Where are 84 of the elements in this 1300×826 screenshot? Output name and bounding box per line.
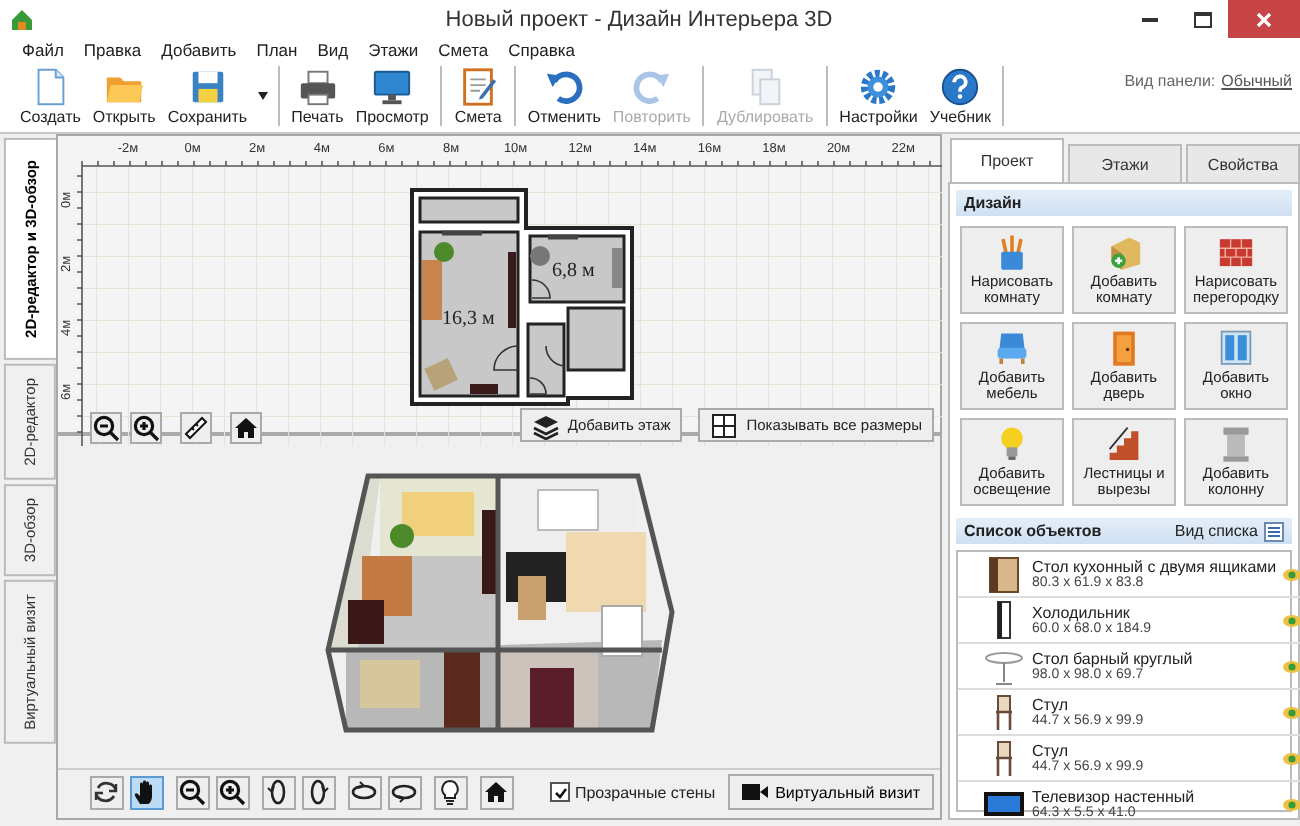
object-name: Стол барный круглый [1032, 650, 1195, 668]
home-button[interactable] [229, 412, 262, 444]
list-view-icon[interactable] [1264, 521, 1284, 541]
home-icon [482, 778, 511, 806]
check-icon [553, 785, 568, 799]
panel-tab[interactable]: Этажи [1068, 144, 1182, 182]
object-name: Стул [1032, 742, 1071, 760]
panel-tab[interactable]: Проект [950, 138, 1064, 182]
toolbar-button[interactable]: Создать [14, 66, 87, 126]
toolbar-button[interactable]: Просмотр [349, 66, 435, 126]
panel-view-link[interactable]: Обычный [1221, 72, 1292, 90]
close-button[interactable] [1228, 0, 1300, 38]
list-view-label: Вид списка [1174, 522, 1258, 540]
toolbar-button[interactable]: Учебник [923, 66, 997, 126]
light-button[interactable] [433, 775, 468, 809]
menu-item[interactable]: Вид [307, 39, 359, 59]
minimize-icon [1142, 17, 1158, 21]
zoom-in-icon [218, 778, 247, 806]
eye-icon[interactable] [1282, 659, 1300, 673]
settings-icon [856, 66, 901, 108]
eye-icon[interactable] [1282, 797, 1300, 811]
ruler-button[interactable] [179, 412, 212, 444]
toolbar-button[interactable]: Сохранить [161, 66, 254, 126]
rotate-icon [92, 778, 121, 806]
toolbar-button[interactable]: Открыть [86, 66, 162, 126]
section-title: Дизайн [964, 194, 1022, 212]
zoom-out-button[interactable] [89, 412, 122, 444]
zoom-in-button[interactable] [215, 775, 250, 809]
object-name: Холодильник [1032, 604, 1132, 622]
home-icon [231, 414, 260, 442]
dimensions-icon [710, 411, 739, 439]
menu-item[interactable]: План [246, 39, 308, 59]
room-area-label: 6,8 м [551, 260, 595, 282]
eye-icon[interactable] [1282, 751, 1300, 765]
printer-icon [295, 66, 340, 108]
zoom-out-icon [178, 778, 207, 806]
toolbar-button[interactable]: Настройки [833, 66, 924, 126]
round-table-icon [982, 646, 1026, 686]
menu-item[interactable]: Смета [428, 39, 499, 59]
toolbar-button[interactable]: Смета [448, 66, 508, 126]
maximize-icon [1193, 11, 1211, 27]
help-icon [938, 66, 983, 108]
object-name: Телевизор настенный [1032, 788, 1197, 806]
panel-view-label: Вид панели: [1124, 72, 1216, 90]
menu-item[interactable]: Справка [498, 39, 585, 59]
app-logo-icon [10, 7, 34, 31]
tilt-down-button[interactable] [387, 775, 422, 809]
orbit-left-button[interactable] [261, 775, 296, 809]
home-button[interactable] [479, 775, 514, 809]
menu-item[interactable]: Правка [73, 39, 152, 59]
orbit-right-button[interactable] [301, 775, 336, 809]
caret-icon [257, 92, 268, 100]
toolbar-button[interactable]: Печать [285, 66, 350, 126]
eye-icon[interactable] [1282, 613, 1300, 627]
panel-tab[interactable]: Свойства [1186, 144, 1300, 182]
undo-icon [542, 66, 587, 108]
zoom-in-icon [131, 414, 160, 442]
layers-icon [531, 411, 560, 439]
object-name: Стол кухонный с двумя ящиками [1032, 558, 1277, 576]
close-icon [1256, 11, 1272, 27]
tilt-up-button[interactable] [347, 775, 382, 809]
menu-item[interactable]: Файл [12, 39, 74, 59]
menu-item[interactable]: Этажи [358, 39, 429, 59]
virtual-visit-button[interactable]: Виртуальный визит [727, 774, 934, 810]
menu-item[interactable]: Добавить [151, 39, 247, 59]
pan-button[interactable] [129, 775, 164, 809]
light-bulb-icon [436, 778, 465, 806]
video-camera-icon [741, 784, 768, 800]
zoom-in-button[interactable] [129, 412, 162, 444]
section-title: Список объектов [964, 522, 1102, 540]
checkbox-label: Прозрачные стены [574, 783, 716, 801]
eye-icon[interactable] [1282, 705, 1300, 719]
room-area-label: 16,3 м [441, 308, 495, 330]
window-title: Новый проект - Дизайн Интерьера 3D [443, 7, 835, 31]
monitor-icon [370, 66, 415, 108]
redo-icon [629, 66, 674, 108]
rotate-button[interactable] [89, 775, 124, 809]
toolbar-button[interactable]: Отменить [521, 66, 607, 126]
checkbox[interactable] [550, 782, 571, 802]
ruler-icon [181, 414, 210, 442]
zoom-out-icon [91, 414, 120, 442]
object-name: Стул [1032, 696, 1071, 714]
eye-icon[interactable] [1282, 567, 1300, 581]
zoom-out-button[interactable] [175, 775, 210, 809]
